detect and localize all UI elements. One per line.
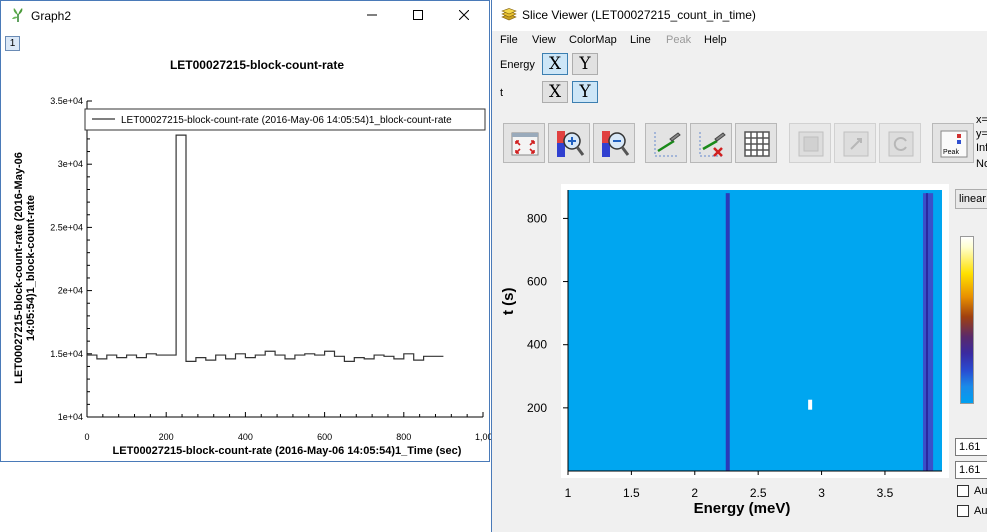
heatmap-y-tick-label: 400: [527, 338, 547, 352]
y-axis-label: LET00027215-block-count-rate (2016-May-0…: [13, 152, 37, 384]
x-tick-label: 800: [396, 432, 411, 442]
colorbar-min-field[interactable]: 1.61: [955, 461, 987, 479]
heatmap-x-tick-label: 3.5: [877, 486, 894, 500]
x-tick-label: 200: [159, 432, 174, 442]
y-tick-label: 3.5e+04: [50, 96, 83, 106]
y-tick-label: 1.5e+04: [50, 349, 83, 359]
autoscale-checkbox[interactable]: [957, 485, 969, 497]
count-rate-plot[interactable]: 1e+04 1.5e+04 2e+04 2.5e+04 3e+04 3.5e+04 0 200…: [1, 1, 491, 463]
legend: LET00027215-block-count-rate (2016-May-0…: [84, 108, 486, 131]
autoscale-slice-checkbox[interactable]: [957, 505, 969, 517]
heatmap-y-tick-label: 800: [527, 211, 547, 225]
heatmap-spot: [808, 399, 813, 410]
y-tick-label: 2.5e+04: [50, 222, 83, 232]
colorbar[interactable]: [960, 236, 974, 404]
autoscale-slice-label: Aut: [974, 505, 987, 517]
y-tick-label: 3e+04: [58, 159, 83, 169]
graph2-window: Graph2 1 LET00027215-block-count-rate 1e…: [0, 0, 491, 463]
series-line: [87, 134, 444, 362]
heatmap-x-tick-label: 1.5: [623, 486, 640, 500]
heatmap-x-tick-label: 3: [818, 486, 825, 500]
heatmap-x-tick-label: 2.5: [750, 486, 767, 500]
slice-viewer-window: Slice Viewer (LET00027215_count_in_time)…: [491, 0, 987, 532]
slice-heatmap[interactable]: 200 400 600 800 1 1.5 2 2.5 3 3.5: [492, 0, 987, 532]
colorbar-max-field[interactable]: 1.61: [955, 438, 987, 456]
heatmap-background: [568, 190, 942, 471]
heatmap-y-tick-label: 200: [527, 401, 547, 415]
heatmap-x-tick-label: 1: [565, 486, 572, 500]
legend-label: LET00027215-block-count-rate (2016-May-0…: [121, 115, 452, 126]
heatmap-vertical-line: [725, 193, 730, 472]
x-axis-label: LET00027215-block-count-rate (2016-May-0…: [112, 445, 462, 457]
autoscale-label: Aut: [974, 485, 987, 497]
heatmap-y-tick-label: 600: [527, 275, 547, 289]
heatmap-x-tick-label: 2: [691, 486, 698, 500]
x-tick-label: 1,00: [475, 432, 491, 442]
heatmap-y-title: t (s): [500, 287, 517, 316]
x-tick-label: 400: [238, 432, 253, 442]
y-tick-label: 1e+04: [58, 412, 83, 422]
x-tick-label: 0: [84, 432, 89, 442]
y-tick-label: 2e+04: [58, 286, 83, 296]
x-tick-label: 600: [317, 432, 332, 442]
heatmap-band-edge: [925, 193, 928, 472]
scale-select[interactable]: linear: [955, 189, 987, 209]
heatmap-vertical-band: [922, 193, 934, 472]
heatmap-x-title: Energy (meV): [693, 500, 791, 517]
